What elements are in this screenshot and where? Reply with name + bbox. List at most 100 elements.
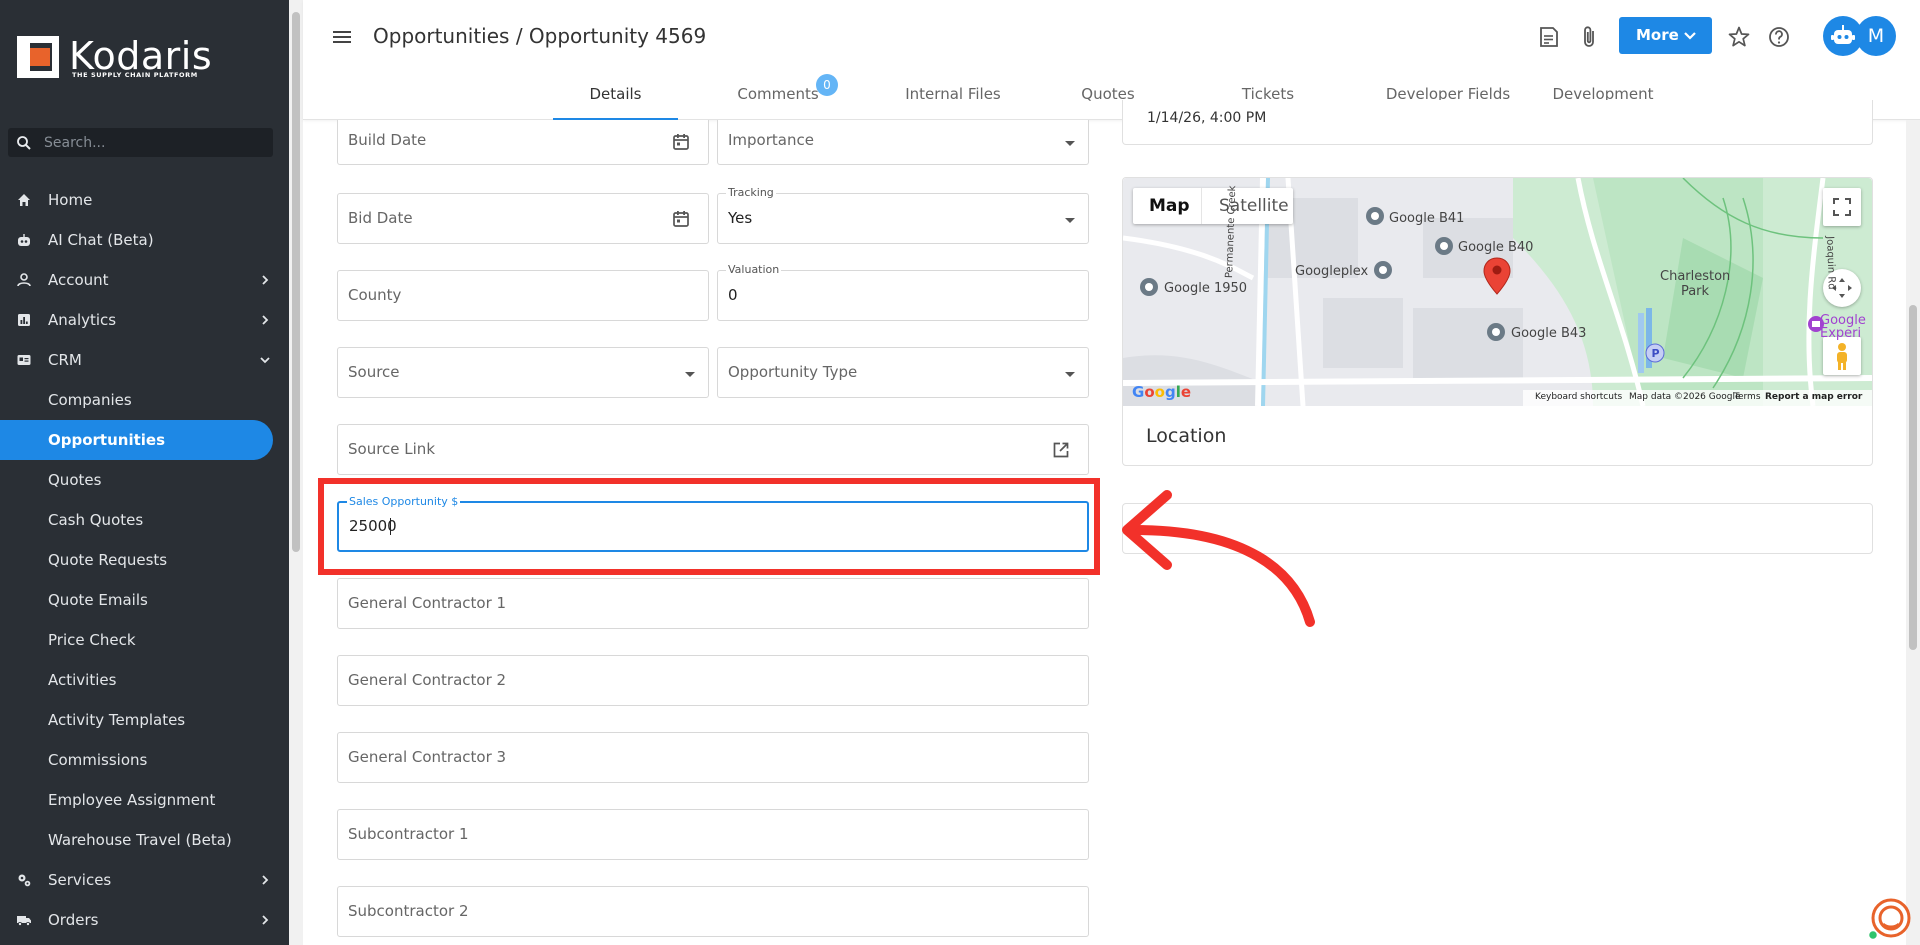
sidebar-subitem-activities[interactable]: Activities	[0, 660, 289, 700]
county-field[interactable]: County	[337, 270, 709, 321]
chevron-down-icon	[1684, 32, 1696, 40]
person-icon	[17, 273, 31, 287]
source-select[interactable]: Source	[337, 347, 709, 398]
scrollbar-thumb[interactable]	[292, 12, 300, 552]
note-add-icon[interactable]	[1536, 24, 1562, 50]
poi-pin-icon[interactable]	[1138, 276, 1160, 300]
robot-icon	[18, 234, 30, 246]
location-label: Location	[1146, 425, 1227, 447]
home-icon	[18, 194, 30, 206]
help-icon[interactable]	[1766, 24, 1792, 50]
sidebar-item-home[interactable]: Home	[0, 180, 289, 220]
chevron-right-icon	[262, 275, 269, 285]
location-marker-icon[interactable]	[1482, 256, 1512, 296]
build-date-field[interactable]: Build Date	[337, 120, 709, 165]
sidebar-subitem-activity-templates[interactable]: Activity Templates	[0, 700, 289, 740]
report-map-error-link[interactable]: Report a map error	[1765, 392, 1862, 402]
map-attribution-bar: Keyboard shortcuts Map data ©2026 Google…	[1523, 390, 1872, 406]
sidebar-subitem-quote-requests[interactable]: Quote Requests	[0, 540, 289, 580]
sidebar-subitem-companies[interactable]: Companies	[0, 380, 289, 420]
dropdown-arrow-icon	[1065, 218, 1075, 223]
map-label-google-1950: Google 1950	[1164, 281, 1248, 296]
map-label-google-b40: Google B40	[1458, 240, 1534, 255]
content-scrollbar[interactable]	[1906, 120, 1920, 945]
tab-details[interactable]: Details	[553, 80, 678, 120]
sidebar-item-analytics[interactable]: Analytics	[0, 300, 289, 340]
sidebar-subitem-commissions[interactable]: Commissions	[0, 740, 289, 780]
sidebar-item-label: AI Chat (Beta)	[48, 231, 154, 249]
source-link-field[interactable]: Source Link	[337, 424, 1089, 475]
star-icon[interactable]	[1726, 24, 1752, 50]
general-contractor-1-field[interactable]: General Contractor 1	[337, 578, 1089, 629]
more-button-label: More	[1636, 26, 1679, 44]
dropdown-arrow-icon	[685, 372, 695, 377]
sidebar-search[interactable]	[8, 128, 273, 157]
sidebar-search-input[interactable]	[44, 128, 264, 157]
crm-icon	[17, 355, 31, 365]
valuation-field[interactable]: Valuation 0	[717, 263, 1089, 321]
fullscreen-icon	[1833, 198, 1851, 216]
sidebar-subitem-warehouse-travel[interactable]: Warehouse Travel (Beta)	[0, 820, 289, 860]
source-link-placeholder: Source Link	[348, 440, 436, 458]
sidebar-item-account[interactable]: Account	[0, 260, 289, 300]
map-fullscreen-button[interactable]	[1823, 188, 1861, 226]
sidebar-subitem-quotes[interactable]: Quotes	[0, 460, 289, 500]
poi-pin-icon[interactable]	[1433, 235, 1455, 259]
location-map[interactable]: Map Satellite Google B41 Google B40 Goog…	[1123, 178, 1872, 406]
map-type-toggle[interactable]: Map Satellite	[1133, 188, 1293, 224]
sidebar-subitem-price-check[interactable]: Price Check	[0, 620, 289, 660]
sidebar-item-ai-chat[interactable]: AI Chat (Beta)	[0, 220, 289, 260]
logo-wordmark: Kodaris	[69, 34, 213, 78]
menu-icon[interactable]	[331, 26, 353, 48]
support-chat-icon[interactable]	[1866, 896, 1912, 942]
parking-pin-icon[interactable]: P	[1645, 343, 1665, 363]
sidebar-item-services[interactable]: Services	[0, 860, 289, 900]
partial-date-value: 1/14/26, 4:00 PM	[1147, 110, 1267, 126]
user-avatar[interactable]: M	[1856, 16, 1896, 56]
subcontractor-1-field[interactable]: Subcontractor 1	[337, 809, 1089, 860]
opportunity-type-select[interactable]: Opportunity Type	[717, 347, 1089, 398]
tab-internal-files[interactable]: Internal Files	[883, 80, 1023, 120]
museum-pin-icon[interactable]	[1807, 315, 1825, 333]
kodaris-logo[interactable]: Kodaris THE SUPPLY CHAIN PLATFORM	[17, 36, 217, 80]
sidebar-subitem-opportunities[interactable]: Opportunities	[0, 420, 273, 460]
sidebar-item-label: Orders	[48, 911, 99, 929]
valuation-label: Valuation	[726, 263, 782, 276]
keyboard-shortcuts-link[interactable]: Keyboard shortcuts	[1535, 392, 1622, 402]
terms-link[interactable]: Terms	[1734, 392, 1761, 402]
map-toggle-map[interactable]: Map	[1149, 196, 1190, 216]
sidebar-item-label: Home	[48, 191, 93, 209]
poi-pin-icon[interactable]	[1372, 259, 1394, 283]
subcontractor-2-field[interactable]: Subcontractor 2	[337, 886, 1089, 937]
map-label-googleplex: Googleplex	[1295, 264, 1369, 279]
open-in-new-icon[interactable]	[1051, 440, 1071, 460]
sidebar-item-crm[interactable]: CRM	[0, 340, 289, 380]
importance-select[interactable]: Importance	[717, 120, 1089, 165]
sidebar-subitem-cash-quotes[interactable]: Cash Quotes	[0, 500, 289, 540]
sidebar-subitem-employee-assignment[interactable]: Employee Assignment	[0, 780, 289, 820]
sidebar-subitem-label: Quotes	[48, 471, 102, 489]
bid-date-field[interactable]: Bid Date	[337, 193, 709, 244]
build-date-placeholder: Build Date	[348, 131, 427, 149]
tracking-select[interactable]: Tracking Yes	[717, 186, 1089, 244]
general-contractor-2-field[interactable]: General Contractor 2	[337, 655, 1089, 706]
tab-comments[interactable]: Comments 0	[713, 74, 843, 120]
general-contractor-3-field[interactable]: General Contractor 3	[337, 732, 1089, 783]
poi-pin-icon[interactable]	[1485, 321, 1507, 345]
street-view-pegman[interactable]	[1823, 337, 1861, 375]
poi-pin-icon[interactable]	[1364, 205, 1386, 229]
calendar-icon[interactable]	[671, 132, 691, 152]
scrollbar-thumb[interactable]	[1909, 305, 1917, 650]
sidebar-subitem-quote-emails[interactable]: Quote Emails	[0, 580, 289, 620]
sidebar-scrollbar[interactable]	[289, 0, 303, 945]
calendar-icon[interactable]	[671, 209, 691, 229]
attachment-icon[interactable]	[1577, 24, 1603, 50]
chart-icon	[18, 314, 30, 326]
sidebar-item-label: CRM	[48, 351, 82, 369]
tab-label: Details	[589, 85, 642, 103]
tab-label: Internal Files	[905, 85, 1001, 103]
more-button[interactable]: More	[1619, 17, 1712, 54]
chevron-down-icon	[260, 357, 270, 364]
sidebar-item-orders[interactable]: Orders	[0, 900, 289, 940]
annotation-arrow-icon	[1122, 490, 1315, 627]
